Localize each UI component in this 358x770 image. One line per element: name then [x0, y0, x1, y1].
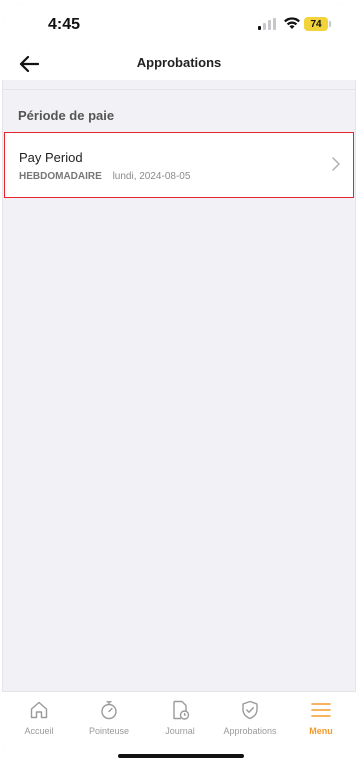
- battery-level: 74: [310, 18, 322, 30]
- header-divider: [2, 89, 356, 90]
- tab-approbations[interactable]: Approbations: [215, 700, 285, 736]
- wifi-icon: [284, 17, 300, 29]
- tab-journal[interactable]: Journal: [145, 700, 215, 736]
- tab-label-menu: Menu: [309, 726, 333, 736]
- tab-label-pointeuse: Pointeuse: [88, 726, 130, 736]
- battery-cap: [329, 21, 331, 27]
- tab-menu[interactable]: Menu: [286, 700, 356, 736]
- menu-icon: [311, 703, 331, 717]
- pay-period-details: HEBDOMADAIRE lundi, 2024-08-05: [19, 171, 190, 182]
- tab-label-approbations: Approbations: [223, 726, 277, 736]
- tab-pointeuse[interactable]: Pointeuse: [74, 700, 144, 736]
- status-bar: 4:45 74: [2, 2, 356, 48]
- status-time: 4:45: [48, 16, 81, 33]
- pay-period-type: HEBDOMADAIRE: [19, 171, 102, 182]
- page-title: Approbations: [136, 55, 222, 70]
- pay-period-row[interactable]: Pay Period HEBDOMADAIRE lundi, 2024-08-0…: [4, 132, 354, 198]
- pay-period-name: Pay Period: [19, 150, 83, 165]
- tab-label-journal: Journal: [165, 726, 195, 736]
- stopwatch-icon: [101, 701, 117, 720]
- battery-icon: 74: [304, 17, 328, 31]
- chevron-right-icon: [332, 157, 340, 171]
- section-title: Période de paie: [18, 108, 115, 123]
- app-screen: 4:45 74 Approbations Période de paie Pay…: [2, 2, 356, 766]
- navigation-header: Approbations: [2, 48, 356, 80]
- signal-icon: [258, 18, 276, 30]
- home-indicator: [118, 754, 244, 758]
- document-clock-icon: [173, 700, 190, 720]
- tab-accueil[interactable]: Accueil: [4, 700, 74, 736]
- tab-label-accueil: Accueil: [24, 726, 54, 736]
- home-icon: [30, 701, 48, 719]
- shield-check-icon: [242, 700, 258, 720]
- pay-period-date: lundi, 2024-08-05: [112, 171, 191, 182]
